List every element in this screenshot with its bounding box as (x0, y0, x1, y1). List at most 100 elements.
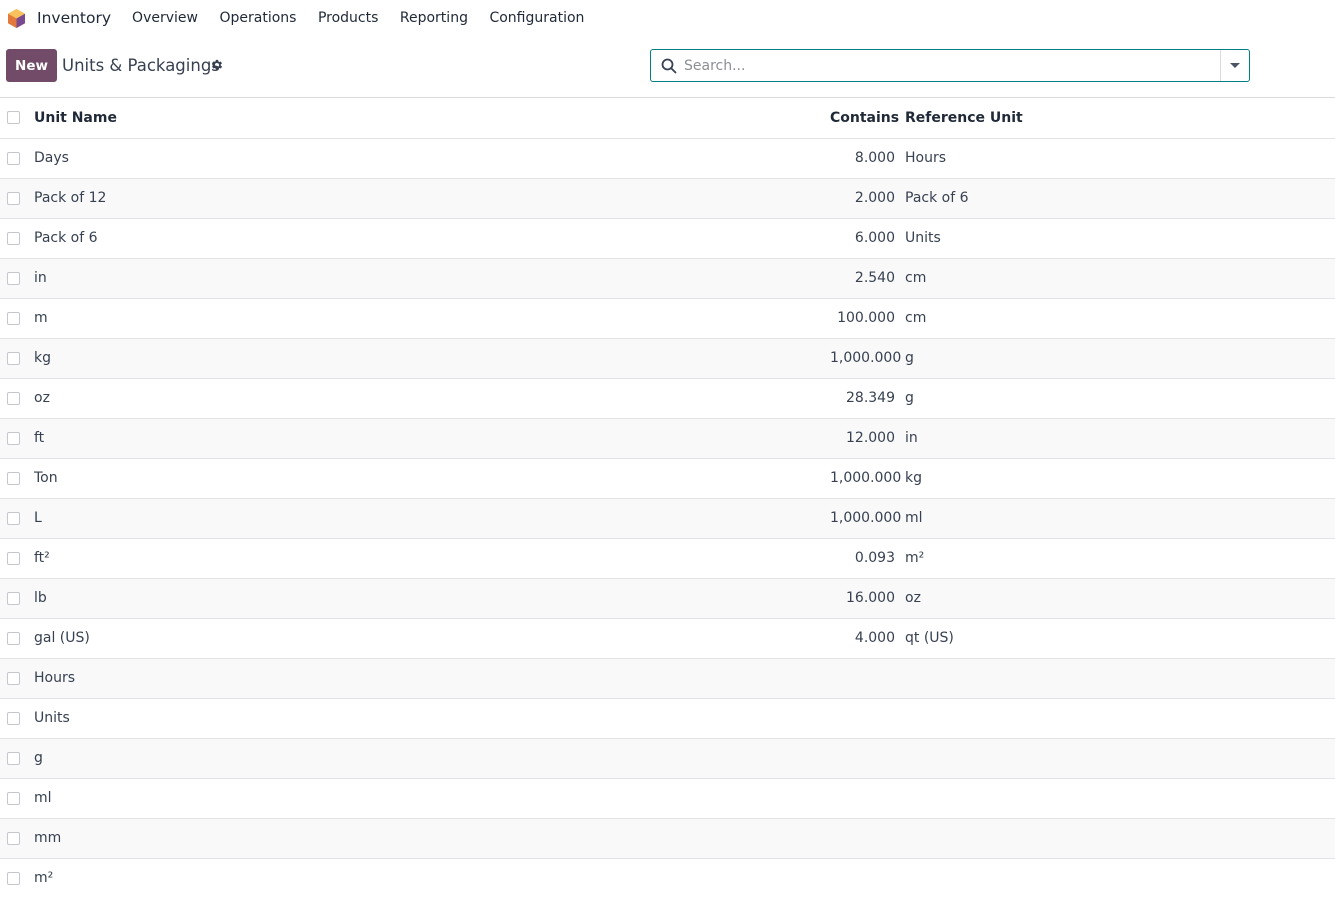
search-options-toggle[interactable] (1220, 50, 1249, 81)
menu-overview[interactable]: Overview (132, 10, 198, 26)
table-row[interactable]: Pack of 6 6.000 Units (0, 218, 1335, 259)
contains-cell[interactable] (830, 658, 903, 699)
unit-name-cell[interactable]: ml (34, 778, 830, 819)
table-row[interactable]: lb 16.000 oz (0, 578, 1335, 619)
row-checkbox[interactable] (7, 191, 20, 205)
row-checkbox[interactable] (7, 871, 20, 885)
unit-name-cell[interactable]: lb (34, 578, 830, 619)
reference-unit-cell[interactable]: g (903, 378, 1335, 419)
row-checkbox[interactable] (7, 671, 20, 685)
table-row[interactable]: ml (0, 778, 1335, 819)
unit-name-cell[interactable]: L (34, 498, 830, 539)
row-checkbox[interactable] (7, 231, 20, 245)
table-row[interactable]: m 100.000 cm (0, 298, 1335, 339)
row-checkbox[interactable] (7, 271, 20, 285)
menu-configuration[interactable]: Configuration (489, 10, 584, 26)
new-button[interactable]: New (6, 49, 57, 82)
contains-cell[interactable]: 2.540 (830, 258, 903, 299)
unit-name-cell[interactable]: Hours (34, 658, 830, 699)
table-row[interactable]: kg 1,000.000 g (0, 338, 1335, 379)
unit-name-cell[interactable]: Ton (34, 458, 830, 499)
unit-name-cell[interactable]: m² (34, 858, 830, 898)
table-row[interactable]: ft² 0.093 m² (0, 538, 1335, 579)
contains-cell[interactable]: 1,000.000 (830, 458, 903, 499)
unit-name-cell[interactable]: Pack of 6 (34, 218, 830, 259)
contains-cell[interactable]: 1,000.000 (830, 498, 903, 539)
table-row[interactable]: Pack of 12 2.000 Pack of 6 (0, 178, 1335, 219)
contains-cell[interactable]: 1,000.000 (830, 338, 903, 379)
contains-cell[interactable] (830, 698, 903, 739)
row-checkbox[interactable] (7, 711, 20, 725)
unit-name-cell[interactable]: kg (34, 338, 830, 379)
reference-unit-cell[interactable]: Hours (903, 138, 1335, 179)
contains-cell[interactable]: 0.093 (830, 538, 903, 579)
menu-products[interactable]: Products (318, 10, 378, 26)
row-checkbox[interactable] (7, 431, 20, 445)
table-row[interactable]: g (0, 738, 1335, 779)
reference-unit-cell[interactable]: in (903, 418, 1335, 459)
row-checkbox[interactable] (7, 631, 20, 645)
table-row[interactable]: m² (0, 858, 1335, 898)
unit-name-cell[interactable]: ft² (34, 538, 830, 579)
reference-unit-cell[interactable] (903, 858, 1335, 898)
reference-unit-cell[interactable] (903, 778, 1335, 819)
table-row[interactable]: L 1,000.000 ml (0, 498, 1335, 539)
unit-name-cell[interactable]: g (34, 738, 830, 779)
reference-unit-cell[interactable]: m² (903, 538, 1335, 579)
table-row[interactable]: Hours (0, 658, 1335, 699)
row-checkbox[interactable] (7, 391, 20, 405)
row-checkbox[interactable] (7, 151, 20, 165)
search-input[interactable] (684, 50, 1220, 81)
row-checkbox[interactable] (7, 511, 20, 525)
app-name[interactable]: Inventory (37, 9, 111, 27)
unit-name-cell[interactable]: in (34, 258, 830, 299)
contains-cell[interactable]: 8.000 (830, 138, 903, 179)
contains-cell[interactable]: 16.000 (830, 578, 903, 619)
row-checkbox[interactable] (7, 471, 20, 485)
reference-unit-cell[interactable]: Units (903, 218, 1335, 259)
reference-unit-cell[interactable] (903, 698, 1335, 739)
table-row[interactable]: Ton 1,000.000 kg (0, 458, 1335, 499)
contains-cell[interactable] (830, 738, 903, 779)
table-row[interactable]: mm (0, 818, 1335, 859)
reference-unit-cell[interactable]: qt (US) (903, 618, 1335, 659)
row-checkbox[interactable] (7, 831, 20, 845)
contains-cell[interactable]: 28.349 (830, 378, 903, 419)
contains-cell[interactable] (830, 778, 903, 819)
row-checkbox[interactable] (7, 351, 20, 365)
table-row[interactable]: Days 8.000 Hours (0, 138, 1335, 179)
row-checkbox[interactable] (7, 311, 20, 325)
reference-unit-cell[interactable] (903, 818, 1335, 859)
table-row[interactable]: in 2.540 cm (0, 258, 1335, 299)
contains-cell[interactable]: 4.000 (830, 618, 903, 659)
contains-cell[interactable]: 100.000 (830, 298, 903, 339)
row-checkbox[interactable] (7, 551, 20, 565)
unit-name-cell[interactable]: m (34, 298, 830, 339)
reference-unit-cell[interactable]: Pack of 6 (903, 178, 1335, 219)
contains-cell[interactable]: 2.000 (830, 178, 903, 219)
unit-name-cell[interactable]: Pack of 12 (34, 178, 830, 219)
contains-cell[interactable]: 6.000 (830, 218, 903, 259)
unit-name-cell[interactable]: ft (34, 418, 830, 459)
reference-unit-cell[interactable]: cm (903, 298, 1335, 339)
reference-unit-cell[interactable] (903, 658, 1335, 699)
menu-operations[interactable]: Operations (219, 10, 296, 26)
row-checkbox[interactable] (7, 791, 20, 805)
unit-name-cell[interactable]: oz (34, 378, 830, 419)
select-all-checkbox[interactable] (7, 111, 20, 125)
unit-name-cell[interactable]: gal (US) (34, 618, 830, 659)
table-row[interactable]: oz 28.349 g (0, 378, 1335, 419)
inventory-app-icon[interactable] (6, 8, 27, 29)
column-header-unit-name[interactable]: Unit Name (34, 98, 830, 139)
unit-name-cell[interactable]: mm (34, 818, 830, 859)
table-row[interactable]: Units (0, 698, 1335, 739)
reference-unit-cell[interactable]: ml (903, 498, 1335, 539)
reference-unit-cell[interactable]: cm (903, 258, 1335, 299)
contains-cell[interactable]: 12.000 (830, 418, 903, 459)
reference-unit-cell[interactable]: g (903, 338, 1335, 379)
table-row[interactable]: ft 12.000 in (0, 418, 1335, 459)
unit-name-cell[interactable]: Units (34, 698, 830, 739)
column-header-reference-unit[interactable]: Reference Unit (903, 98, 1335, 139)
row-checkbox[interactable] (7, 751, 20, 765)
reference-unit-cell[interactable]: kg (903, 458, 1335, 499)
